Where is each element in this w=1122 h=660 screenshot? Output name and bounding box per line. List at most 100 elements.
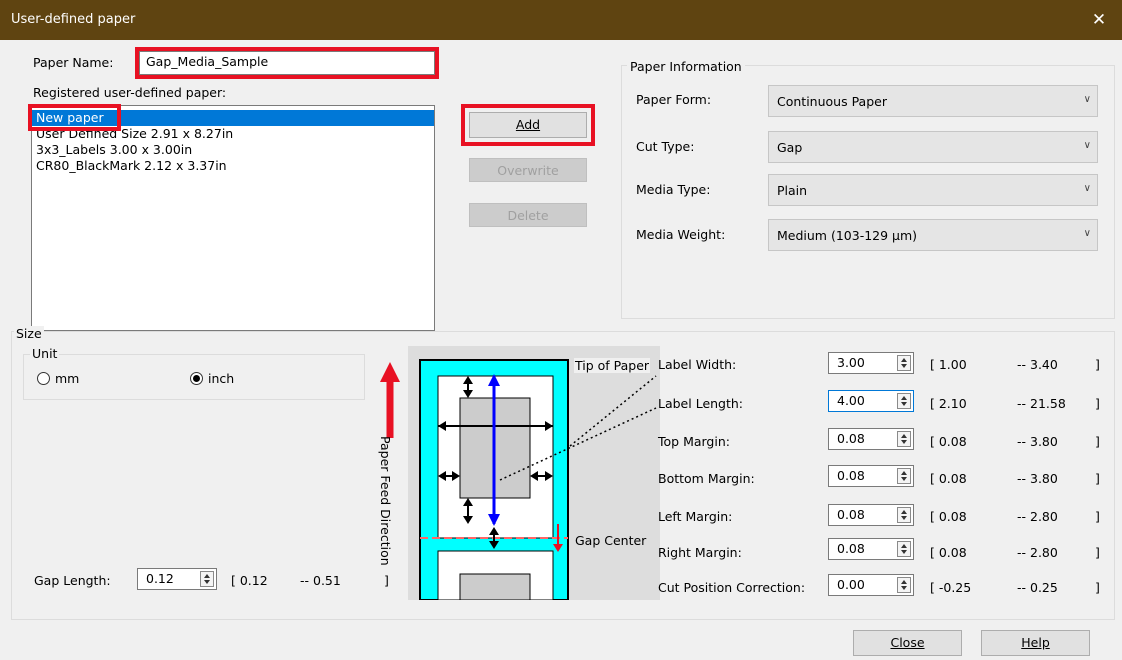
gap-length-label: Gap Length: xyxy=(34,573,111,588)
registered-paper-list[interactable]: New paper User Defined Size 2.91 x 8.27i… xyxy=(31,105,435,331)
gap-length-input[interactable]: 0.12 xyxy=(137,568,217,590)
label-width-input[interactable]: 3.00 xyxy=(828,352,914,374)
spin-arrows-icon[interactable] xyxy=(897,541,911,557)
left-margin-max: -- 2.80 xyxy=(1017,509,1058,524)
registered-paper-label: Registered user-defined paper: xyxy=(33,85,227,100)
media-type-value: Plain xyxy=(777,183,808,198)
chevron-down-icon: ∨ xyxy=(1083,228,1091,239)
list-item[interactable]: 3x3_Labels 3.00 x 3.00in xyxy=(32,142,434,158)
tip-of-paper-label: Tip of Paper xyxy=(574,358,651,373)
left-margin-label: Left Margin: xyxy=(658,509,733,524)
bottom-margin-min: [ 0.08 xyxy=(930,471,967,486)
label-length-label: Label Length: xyxy=(658,396,744,411)
list-item[interactable]: CR80_BlackMark 2.12 x 3.37in xyxy=(32,158,434,174)
media-type-select[interactable]: Plain ∨ xyxy=(768,174,1098,206)
close-button[interactable]: Close xyxy=(853,630,962,656)
label-length-close: ] xyxy=(1095,396,1100,411)
cut-position-correction-max: -- 0.25 xyxy=(1017,580,1058,595)
paper-feed-arrow-icon xyxy=(380,362,400,438)
add-button-highlight xyxy=(461,104,595,146)
gap-length-min: [ 0.12 xyxy=(231,573,268,588)
spin-arrows-icon[interactable] xyxy=(200,571,214,587)
right-margin-label: Right Margin: xyxy=(658,545,742,560)
spin-arrows-icon[interactable] xyxy=(897,507,911,523)
right-margin-min: [ 0.08 xyxy=(930,545,967,560)
size-title: Size xyxy=(14,326,44,341)
top-margin-label: Top Margin: xyxy=(658,434,730,449)
cut-position-correction-min: [ -0.25 xyxy=(930,580,972,595)
close-button-label: Close xyxy=(890,635,925,650)
top-margin-close: ] xyxy=(1095,434,1100,449)
right-margin-input[interactable]: 0.08 xyxy=(828,538,914,560)
spin-arrows-icon[interactable] xyxy=(897,393,911,409)
cut-position-correction-input[interactable]: 0.00 xyxy=(828,574,914,596)
paper-form-label: Paper Form: xyxy=(636,92,712,107)
new-paper-highlight xyxy=(28,104,121,131)
spin-arrows-icon[interactable] xyxy=(897,355,911,371)
gap-length-close: ] xyxy=(384,573,389,588)
window-title: User-defined paper xyxy=(11,12,136,27)
mm-label: mm xyxy=(55,371,80,386)
cut-position-correction-value: 0.00 xyxy=(837,577,865,592)
left-margin-value: 0.08 xyxy=(837,507,865,522)
right-margin-value: 0.08 xyxy=(837,541,865,556)
unit-title: Unit xyxy=(30,346,60,361)
title-bar: User-defined paper ✕ xyxy=(0,0,1122,40)
bottom-margin-input[interactable]: 0.08 xyxy=(828,465,914,487)
left-margin-close: ] xyxy=(1095,509,1100,524)
label-length-value: 4.00 xyxy=(837,393,865,408)
cut-type-select[interactable]: Gap ∨ xyxy=(768,131,1098,163)
label-diagram xyxy=(408,346,660,600)
top-margin-value: 0.08 xyxy=(837,431,865,446)
gap-length-max: -- 0.51 xyxy=(300,573,341,588)
media-weight-label: Media Weight: xyxy=(636,227,726,242)
chevron-down-icon: ∨ xyxy=(1083,94,1091,105)
bottom-margin-value: 0.08 xyxy=(837,468,865,483)
chevron-down-icon: ∨ xyxy=(1083,183,1091,194)
paper-form-select[interactable]: Continuous Paper ∨ xyxy=(768,85,1098,117)
label-width-label: Label Width: xyxy=(658,357,737,372)
spin-arrows-icon[interactable] xyxy=(897,431,911,447)
cut-type-value: Gap xyxy=(777,140,803,155)
label-width-min: [ 1.00 xyxy=(930,357,967,372)
mm-radio[interactable] xyxy=(37,372,50,385)
spin-arrows-icon[interactable] xyxy=(897,468,911,484)
top-margin-input[interactable]: 0.08 xyxy=(828,428,914,450)
top-margin-min: [ 0.08 xyxy=(930,434,967,449)
chevron-down-icon: ∨ xyxy=(1083,140,1091,151)
delete-button[interactable]: Delete xyxy=(469,203,587,227)
media-weight-select[interactable]: Medium (103-129 μm) ∨ xyxy=(768,219,1098,251)
right-margin-close: ] xyxy=(1095,545,1100,560)
user-defined-paper-dialog: User-defined paper ✕ Paper Name: Gap_Med… xyxy=(0,0,1122,660)
label-length-input[interactable]: 4.00 xyxy=(828,390,914,412)
label-length-min: [ 2.10 xyxy=(930,396,967,411)
bottom-margin-label: Bottom Margin: xyxy=(658,471,755,486)
gap-length-value: 0.12 xyxy=(146,571,174,586)
paper-name-label: Paper Name: xyxy=(33,55,114,70)
media-weight-value: Medium (103-129 μm) xyxy=(777,228,918,243)
help-button-label: Help xyxy=(1021,635,1050,650)
help-button[interactable]: Help xyxy=(981,630,1090,656)
cut-type-label: Cut Type: xyxy=(636,139,695,154)
label-length-max: -- 21.58 xyxy=(1017,396,1066,411)
inch-radio[interactable] xyxy=(190,372,203,385)
media-type-label: Media Type: xyxy=(636,182,711,197)
left-margin-input[interactable]: 0.08 xyxy=(828,504,914,526)
paper-name-highlight xyxy=(135,47,439,79)
paper-information-title: Paper Information xyxy=(627,59,745,74)
top-margin-max: -- 3.80 xyxy=(1017,434,1058,449)
cut-position-correction-close: ] xyxy=(1095,580,1100,595)
close-window-icon[interactable]: ✕ xyxy=(1076,0,1122,40)
right-margin-max: -- 2.80 xyxy=(1017,545,1058,560)
label-width-max: -- 3.40 xyxy=(1017,357,1058,372)
label-width-close: ] xyxy=(1095,357,1100,372)
cut-position-correction-label: Cut Position Correction: xyxy=(658,580,806,595)
inch-label: inch xyxy=(208,371,235,386)
spin-arrows-icon[interactable] xyxy=(897,577,911,593)
bottom-margin-max: -- 3.80 xyxy=(1017,471,1058,486)
gap-center-label: Gap Center xyxy=(575,533,647,548)
overwrite-button[interactable]: Overwrite xyxy=(469,158,587,182)
paper-form-value: Continuous Paper xyxy=(777,94,887,109)
label-width-value: 3.00 xyxy=(837,355,865,370)
left-margin-min: [ 0.08 xyxy=(930,509,967,524)
